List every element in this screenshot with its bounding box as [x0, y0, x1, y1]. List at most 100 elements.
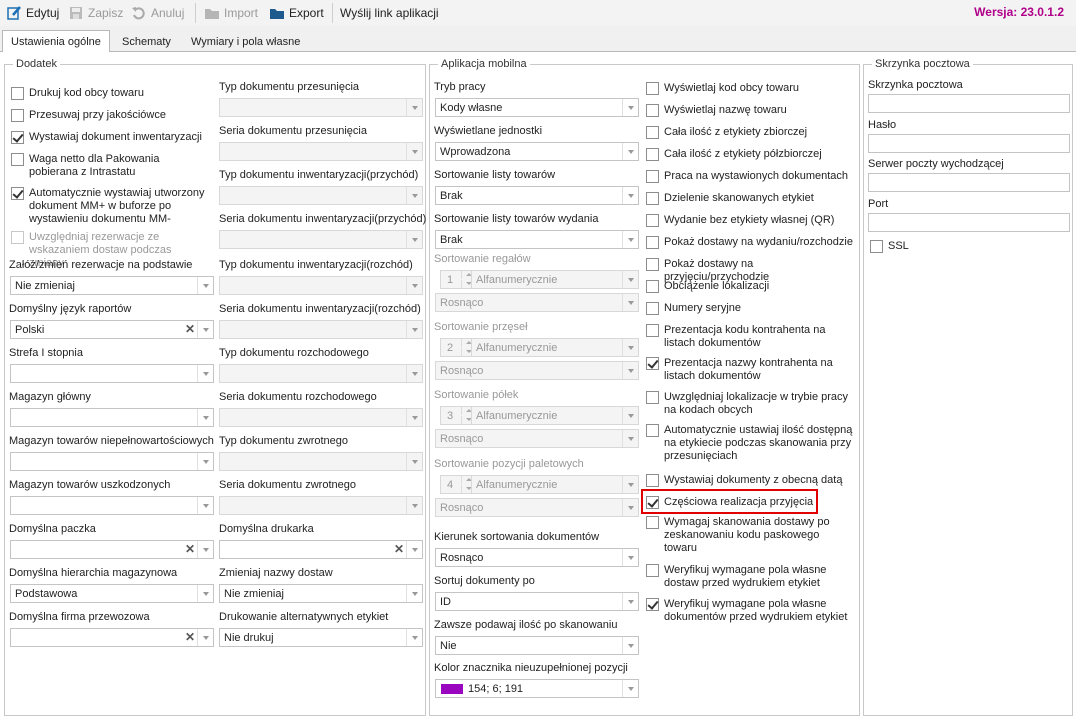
- field-dropdown[interactable]: [219, 320, 423, 339]
- field-dropdown[interactable]: Nie zmieniaj: [10, 276, 214, 295]
- dodatek-checkbox[interactable]: Przesuwaj przy jakościówce: [11, 109, 207, 122]
- field-dropdown[interactable]: Nie zmieniaj: [219, 584, 423, 603]
- field-dropdown[interactable]: Brak: [435, 186, 639, 205]
- chevron-down-icon[interactable]: [622, 99, 638, 116]
- field-dropdown[interactable]: [10, 364, 214, 383]
- field-dropdown[interactable]: [219, 364, 423, 383]
- chevron-down-icon[interactable]: [197, 365, 213, 382]
- field-dropdown[interactable]: Podstawowa: [10, 584, 214, 603]
- chevron-down-icon[interactable]: [622, 362, 638, 379]
- checkbox[interactable]: [646, 424, 659, 437]
- ssl-checkbox[interactable]: SSL: [870, 240, 970, 253]
- mobile-checkbox[interactable]: Weryfikuj wymagane pola własne dokumentó…: [646, 598, 854, 624]
- chevron-down-icon[interactable]: [622, 430, 638, 447]
- field-dropdown[interactable]: [10, 408, 214, 427]
- chevron-down-icon[interactable]: [197, 497, 213, 514]
- save-button[interactable]: Zapisz: [68, 4, 123, 22]
- field-dropdown[interactable]: Nie: [435, 636, 639, 655]
- edit-button[interactable]: Edytuj: [6, 4, 59, 22]
- sort-type-dropdown[interactable]: Alfanumerycznie: [471, 406, 639, 425]
- chevron-down-icon[interactable]: [622, 593, 638, 610]
- field-dropdown[interactable]: ID: [435, 592, 639, 611]
- tab-general-settings[interactable]: Ustawienia ogólne: [2, 30, 110, 53]
- chevron-down-icon[interactable]: [406, 143, 422, 160]
- checkbox[interactable]: [646, 598, 659, 611]
- field-dropdown[interactable]: [219, 98, 423, 117]
- checkbox[interactable]: [11, 153, 24, 166]
- chevron-down-icon[interactable]: [406, 541, 422, 558]
- field-dropdown[interactable]: [219, 452, 423, 471]
- sort-direction-dropdown[interactable]: Rosnąco: [435, 429, 639, 448]
- chevron-down-icon[interactable]: [406, 231, 422, 248]
- field-dropdown[interactable]: [10, 496, 214, 515]
- dodatek-checkbox[interactable]: Wystawiaj dokument inwentaryzacji: [11, 131, 207, 144]
- tab-dimensions[interactable]: Wymiary i pola własne: [183, 32, 308, 52]
- chevron-down-icon[interactable]: [406, 365, 422, 382]
- text-field[interactable]: [868, 134, 1070, 153]
- sort-type-dropdown[interactable]: Alfanumerycznie: [471, 475, 639, 494]
- chevron-down-icon[interactable]: [406, 585, 422, 602]
- field-dropdown[interactable]: [219, 276, 423, 295]
- mobile-checkbox[interactable]: Cała ilość z etykiety półzbiorczej: [646, 148, 854, 161]
- mobile-checkbox[interactable]: Wydanie bez etykiety własnej (QR): [646, 214, 854, 227]
- chevron-down-icon[interactable]: [622, 271, 638, 288]
- checkbox[interactable]: [870, 240, 883, 253]
- mobile-checkbox[interactable]: Dzielenie skanowanych etykiet: [646, 192, 854, 205]
- chevron-down-icon[interactable]: [406, 409, 422, 426]
- field-dropdown[interactable]: Rosnąco: [435, 548, 639, 567]
- field-dropdown[interactable]: [10, 452, 214, 471]
- tab-schemas[interactable]: Schematy: [114, 32, 179, 52]
- checkbox[interactable]: [646, 516, 659, 529]
- chevron-down-icon[interactable]: [406, 187, 422, 204]
- chevron-down-icon[interactable]: [622, 143, 638, 160]
- chevron-down-icon[interactable]: [622, 549, 638, 566]
- field-dropdown[interactable]: Wprowadzona: [435, 142, 639, 161]
- chevron-down-icon[interactable]: [622, 680, 638, 697]
- field-dropdown[interactable]: [219, 142, 423, 161]
- chevron-down-icon[interactable]: [197, 453, 213, 470]
- mobile-checkbox[interactable]: Numery seryjne: [646, 302, 854, 315]
- chevron-down-icon[interactable]: [406, 453, 422, 470]
- checkbox[interactable]: [646, 391, 659, 404]
- field-dropdown[interactable]: [219, 230, 423, 249]
- chevron-down-icon[interactable]: [406, 497, 422, 514]
- field-dropdown[interactable]: Polski ✕: [10, 320, 214, 339]
- chevron-down-icon[interactable]: [622, 407, 638, 424]
- cancel-button[interactable]: Anuluj: [131, 4, 184, 22]
- dodatek-checkbox[interactable]: Drukuj kod obcy towaru: [11, 87, 207, 100]
- chevron-down-icon[interactable]: [622, 187, 638, 204]
- field-dropdown[interactable]: [219, 496, 423, 515]
- chevron-down-icon[interactable]: [622, 476, 638, 493]
- mobile-checkbox[interactable]: Wyświetlaj nazwę towaru: [646, 104, 854, 117]
- mobile-checkbox[interactable]: Cała ilość z etykiety zbiorczej: [646, 126, 854, 139]
- chevron-down-icon[interactable]: [622, 231, 638, 248]
- export-button[interactable]: Export: [269, 4, 324, 22]
- checkbox[interactable]: [646, 302, 659, 315]
- sort-direction-dropdown[interactable]: Rosnąco: [435, 498, 639, 517]
- checkbox[interactable]: [646, 126, 659, 139]
- mobile-checkbox[interactable]: Uwzględniaj lokalizacje w trybie pracy n…: [646, 391, 854, 417]
- checkbox[interactable]: [646, 236, 659, 249]
- chevron-down-icon[interactable]: [622, 499, 638, 516]
- field-dropdown[interactable]: ✕: [219, 540, 423, 559]
- chevron-down-icon[interactable]: [622, 339, 638, 356]
- checkbox[interactable]: [11, 87, 24, 100]
- field-dropdown[interactable]: Nie drukuj: [219, 628, 423, 647]
- checkbox[interactable]: [646, 192, 659, 205]
- field-dropdown[interactable]: Brak: [435, 230, 639, 249]
- dodatek-checkbox[interactable]: Automatycznie wystawiaj utworzony dokume…: [11, 187, 207, 226]
- field-dropdown[interactable]: ✕: [10, 540, 214, 559]
- chevron-down-icon[interactable]: [197, 629, 213, 646]
- text-field[interactable]: [868, 173, 1070, 192]
- checkbox[interactable]: [646, 148, 659, 161]
- mobile-checkbox[interactable]: Prezentacja kodu kontrahenta na listach …: [646, 324, 854, 350]
- mobile-checkbox[interactable]: Wymagaj skanowania dostawy po zeskanowan…: [646, 516, 854, 555]
- sort-type-dropdown[interactable]: Alfanumerycznie: [471, 338, 639, 357]
- chevron-down-icon[interactable]: [406, 277, 422, 294]
- field-dropdown[interactable]: [219, 408, 423, 427]
- checkbox[interactable]: [11, 109, 24, 122]
- import-button[interactable]: Import: [204, 4, 258, 22]
- chevron-down-icon[interactable]: [406, 321, 422, 338]
- checkbox[interactable]: [646, 357, 659, 370]
- checkbox[interactable]: [646, 474, 659, 487]
